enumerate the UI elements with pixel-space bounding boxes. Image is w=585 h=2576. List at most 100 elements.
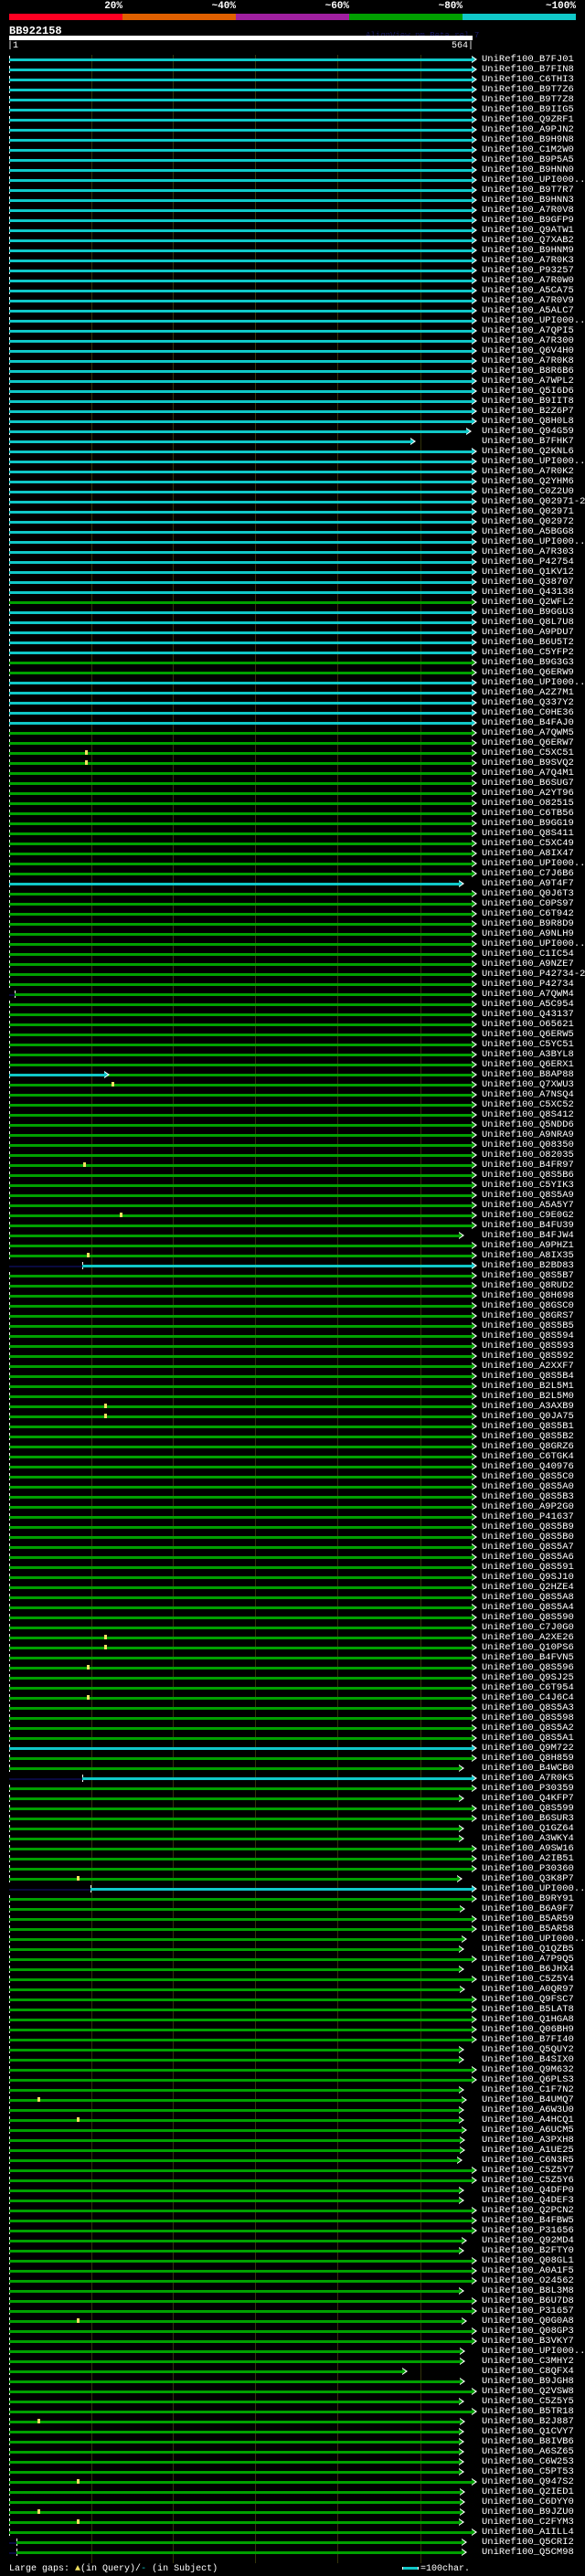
alignment-bar[interactable]	[9, 1365, 473, 1368]
alignment-bar[interactable]	[9, 1566, 473, 1569]
alignment-bar[interactable]	[9, 2019, 473, 2021]
alignment-bar[interactable]	[9, 1134, 473, 1137]
alignment-bar[interactable]	[9, 1747, 473, 1750]
alignment-bar[interactable]	[9, 1998, 473, 2001]
alignment-bar[interactable]	[9, 189, 473, 192]
alignment-bar[interactable]	[9, 1536, 473, 1539]
alignment-bar[interactable]	[9, 662, 473, 664]
alignment-bar[interactable]	[9, 682, 473, 684]
alignment-bar[interactable]	[9, 1395, 473, 1398]
alignment-bar[interactable]	[9, 843, 473, 845]
alignment-bar[interactable]	[9, 782, 473, 785]
alignment-bar[interactable]	[9, 1255, 473, 1257]
alignment-bar[interactable]	[9, 249, 473, 252]
alignment-bar[interactable]	[9, 129, 473, 132]
alignment-bar[interactable]	[9, 1787, 473, 1790]
alignment-bar[interactable]	[9, 2230, 473, 2232]
alignment-bar[interactable]	[9, 923, 473, 926]
alignment-bar[interactable]	[9, 802, 473, 805]
alignment-bar[interactable]	[9, 772, 473, 775]
alignment-bar[interactable]	[9, 822, 473, 825]
alignment-bar[interactable]	[9, 2431, 460, 2433]
alignment-bar[interactable]	[9, 2360, 462, 2363]
alignment-bar[interactable]	[9, 1003, 473, 1006]
alignment-bar[interactable]	[9, 119, 473, 122]
alignment-bar[interactable]	[9, 2270, 473, 2273]
alignment-bar[interactable]	[9, 491, 473, 493]
alignment-bar[interactable]	[9, 913, 473, 916]
alignment-bar[interactable]	[9, 1174, 473, 1177]
alignment-bar[interactable]	[9, 1456, 473, 1458]
alignment-bar[interactable]	[9, 1606, 473, 1609]
alignment-bar[interactable]	[9, 2471, 460, 2474]
alignment-bar[interactable]	[9, 1596, 473, 1599]
alignment-bar[interactable]	[9, 1657, 473, 1659]
alignment-bar[interactable]	[9, 2029, 473, 2031]
alignment-bar[interactable]	[9, 1677, 473, 1680]
alignment-bar[interactable]	[16, 2541, 463, 2544]
alignment-bar[interactable]	[9, 1617, 473, 1619]
alignment-bar[interactable]	[9, 2069, 473, 2072]
alignment-bar[interactable]	[9, 2390, 473, 2393]
alignment-bar[interactable]	[9, 983, 473, 986]
alignment-bar[interactable]	[9, 672, 473, 674]
alignment-bar[interactable]	[9, 169, 473, 172]
alignment-bar[interactable]	[9, 2189, 460, 2192]
alignment-bar[interactable]	[9, 149, 473, 152]
alignment-bar[interactable]	[16, 2551, 463, 2554]
alignment-bar[interactable]	[9, 853, 473, 855]
alignment-bar[interactable]	[9, 1375, 473, 1378]
alignment-bar[interactable]	[9, 2240, 463, 2242]
alignment-bar[interactable]	[9, 1868, 473, 1871]
alignment-bar[interactable]	[9, 2059, 460, 2062]
alignment-bar[interactable]	[9, 1637, 473, 1639]
alignment-bar[interactable]	[9, 762, 473, 765]
alignment-bar[interactable]	[9, 521, 473, 524]
alignment-bar[interactable]	[9, 1526, 473, 1529]
alignment-bar[interactable]	[9, 1044, 473, 1046]
alignment-bar[interactable]	[9, 400, 473, 403]
alignment-bar[interactable]	[9, 1687, 473, 1690]
alignment-bar[interactable]	[9, 2089, 460, 2092]
alignment-bar[interactable]	[9, 611, 473, 614]
alignment-bar[interactable]	[9, 109, 473, 111]
alignment-bar[interactable]	[9, 1436, 473, 1438]
alignment-bar[interactable]	[9, 1516, 473, 1519]
alignment-bar[interactable]	[9, 300, 473, 302]
alignment-bar[interactable]	[9, 1737, 473, 1740]
alignment-bar[interactable]	[9, 280, 473, 282]
alignment-bar[interactable]	[9, 722, 473, 725]
alignment-bar[interactable]	[9, 1164, 473, 1167]
alignment-bar[interactable]	[9, 2210, 473, 2212]
alignment-bar[interactable]	[9, 742, 473, 745]
alignment-bar[interactable]	[82, 1777, 473, 1780]
alignment-bar[interactable]	[9, 1094, 473, 1097]
alignment-bar[interactable]	[9, 1355, 473, 1358]
alignment-bar[interactable]	[9, 601, 473, 604]
alignment-bar[interactable]	[9, 1647, 473, 1649]
alignment-bar[interactable]	[9, 1576, 473, 1579]
alignment-bar[interactable]	[9, 290, 473, 292]
alignment-bar[interactable]	[9, 2461, 460, 2464]
alignment-bar[interactable]	[9, 2310, 473, 2313]
alignment-bar[interactable]	[9, 1064, 473, 1066]
alignment-bar[interactable]	[9, 89, 473, 91]
alignment-bar[interactable]	[9, 2250, 460, 2253]
alignment-bar[interactable]	[9, 712, 473, 715]
alignment-bar[interactable]	[9, 1627, 473, 1629]
alignment-bar[interactable]	[9, 953, 473, 956]
alignment-bar[interactable]	[9, 2330, 473, 2333]
alignment-bar[interactable]	[9, 2491, 462, 2494]
alignment-bar[interactable]	[9, 1235, 460, 1237]
alignment-bar[interactable]	[9, 1978, 473, 1981]
alignment-bar[interactable]	[9, 219, 473, 222]
alignment-bar[interactable]	[9, 229, 473, 232]
alignment-bar[interactable]	[9, 1727, 473, 1730]
alignment-bar[interactable]	[9, 883, 460, 885]
alignment-bar[interactable]	[9, 1858, 473, 1860]
alignment-bar[interactable]	[9, 1848, 473, 1850]
alignment-bar[interactable]	[9, 139, 473, 142]
alignment-bar[interactable]	[9, 812, 473, 815]
alignment-bar[interactable]	[9, 531, 473, 534]
alignment-bar[interactable]	[9, 1948, 460, 1951]
